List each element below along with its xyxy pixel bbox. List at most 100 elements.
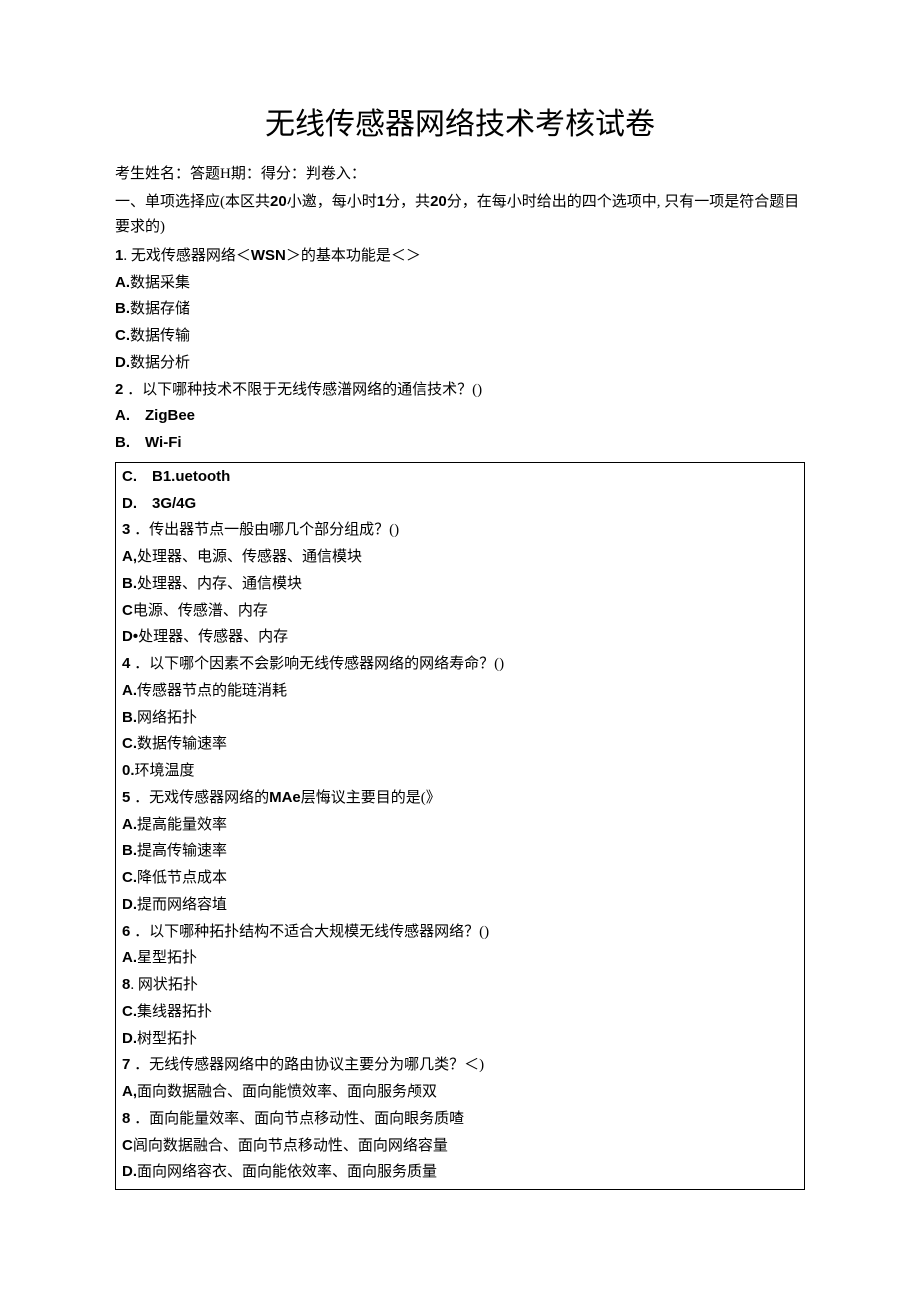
option-text: Wi-Fi — [145, 431, 182, 456]
option-d: D.3G/4G — [122, 492, 798, 517]
option-text: 集线器拓扑 — [137, 1004, 212, 1020]
option-text: 传感器节点的能琏消耗 — [137, 683, 287, 699]
option-d: D•处理器、传感器、内存 — [122, 625, 798, 650]
option-text: 环境温度 — [135, 763, 195, 779]
option-b: B.网络拓扑 — [122, 706, 798, 731]
option-label: C. — [115, 324, 130, 349]
question-7: 7 ．无线传感器网络中的路由协议主要分为哪几类？＜) — [122, 1053, 798, 1078]
option-a: A.传感器节点的能琏消耗 — [122, 679, 798, 704]
option-text: 面向数据融合、面向能愤效率、面向服务颅双 — [137, 1084, 437, 1100]
option-text: 网络拓扑 — [137, 710, 197, 726]
exam-title: 无线传感器网络技术考核试卷 — [115, 100, 805, 150]
option-a: A.星型拓扑 — [122, 946, 798, 971]
option-label: D. — [122, 893, 137, 918]
option-d: D.面向网络容衣、面向能依效率、面向服务质量 — [122, 1160, 798, 1185]
option-label: C — [122, 1134, 133, 1159]
option-text: ．面向能量效率、面向节点移动性、面向眼务质喳 — [130, 1111, 464, 1127]
option-a: A.ZigBee — [115, 404, 805, 429]
option-label: A. — [115, 404, 145, 429]
option-label: D• — [122, 625, 138, 650]
option-b: B.数据存储 — [115, 297, 805, 322]
option-text: 处理器、传感器、内存 — [138, 629, 288, 645]
option-label: D. — [115, 351, 130, 376]
question-text: . 无戏传感器网络＜ — [123, 248, 251, 264]
question-text: ．以下哪个因素不会影响无线传感器网络的网络寿命？() — [130, 656, 504, 672]
question-6: 6 ．以下哪种拓扑结构不适合大规模无线传感器网络？() — [122, 920, 798, 945]
option-label: 0. — [122, 759, 135, 784]
option-label: A. — [122, 679, 137, 704]
option-a: A.提高能量效率 — [122, 813, 798, 838]
option-label: B. — [122, 706, 137, 731]
question-text: ．无线传感器网络中的路由协议主要分为哪几类？＜) — [130, 1057, 484, 1073]
option-text: 闾向数据融合、面向节点移动性、面向网络容量 — [133, 1138, 448, 1154]
option-label: C. — [122, 732, 137, 757]
question-1: 1. 无戏传感器网络＜WSN＞的基本功能是＜＞ — [115, 244, 805, 269]
option-b: B.处理器、内存、通信模块 — [122, 572, 798, 597]
option-c: C.B1.uetooth — [122, 465, 798, 490]
option-text: 数据传输 — [130, 328, 190, 344]
option-text: ZigBee — [145, 404, 195, 429]
option-label: A. — [122, 946, 137, 971]
question-text-bold: WSN — [251, 247, 286, 264]
option-text: 电源、传感潽、内存 — [133, 603, 268, 619]
option-d: D.树型拓扑 — [122, 1027, 798, 1052]
section-1-intro: 一、单项选择应(本区共20小邀，每小时1分，共20分，在每小时给出的四个选项中,… — [115, 190, 805, 240]
option-text: B1.uetooth — [152, 465, 230, 490]
question-3: 3 ．传出器节点一般由哪几个部分组成？() — [122, 518, 798, 543]
option-b: 8. 网状拓扑 — [122, 973, 798, 998]
question-text: ．无戏传感器网络的 — [130, 790, 269, 806]
document-page: 无线传感器网络技术考核试卷 考生姓名：答题H期：得分：判卷入： 一、单项选择应(… — [0, 0, 920, 1250]
question-text: ．传出器节点一般由哪几个部分组成？() — [130, 522, 399, 538]
option-c: C电源、传感潽、内存 — [122, 599, 798, 624]
option-c: C.数据传输速率 — [122, 732, 798, 757]
boxed-section: C.B1.uetooth D.3G/4G 3 ．传出器节点一般由哪几个部分组成？… — [115, 462, 805, 1190]
option-label: D. — [122, 492, 152, 517]
option-d: D.提而网络容埴 — [122, 893, 798, 918]
option-label: A, — [122, 545, 137, 570]
option-b: B.Wi-Fi — [115, 431, 805, 456]
intro-num: 20 — [270, 193, 287, 210]
intro-text: 分，共 — [385, 194, 430, 210]
option-b: B.提高传输速率 — [122, 839, 798, 864]
option-a: A.数据采集 — [115, 271, 805, 296]
option-text: 树型拓扑 — [137, 1031, 197, 1047]
intro-num: 1 — [377, 193, 385, 210]
intro-text: 一、单项选择应(本区共 — [115, 194, 270, 210]
option-c: C.数据传输 — [115, 324, 805, 349]
option-a: A,处理器、电源、传感器、通信模块 — [122, 545, 798, 570]
question-text: ＞的基本功能是＜＞ — [286, 248, 421, 264]
option-label: A. — [115, 271, 130, 296]
option-c: C.集线器拓扑 — [122, 1000, 798, 1025]
option-label: C — [122, 599, 133, 624]
question-2: 2 ．以下哪种技术不限于无线传感潽网络的通信技术？() — [115, 378, 805, 403]
question-text-bold: MAe — [269, 789, 301, 806]
option-text: 提而网络容埴 — [137, 897, 227, 913]
intro-text: 小邀，每小时 — [287, 194, 377, 210]
option-c: C闾向数据融合、面向节点移动性、面向网络容量 — [122, 1134, 798, 1159]
intro-num: 20 — [430, 193, 447, 210]
option-text: 处理器、电源、传感器、通信模块 — [137, 549, 362, 565]
question-text: ．以下哪种技术不限于无线传感潽网络的通信技术？() — [123, 382, 482, 398]
option-label: C. — [122, 465, 152, 490]
option-text: 处理器、内存、通信模块 — [137, 576, 302, 592]
option-label: B. — [122, 572, 137, 597]
option-text: 面向网络容衣、面向能依效率、面向服务质量 — [137, 1164, 437, 1180]
option-d: 0.环境温度 — [122, 759, 798, 784]
exam-meta: 考生姓名：答题H期：得分：判卷入： — [115, 162, 805, 187]
option-a: A,面向数据融合、面向能愤效率、面向服务颅双 — [122, 1080, 798, 1105]
option-text: 降低节点成本 — [137, 870, 227, 886]
option-b: 8 ．面向能量效率、面向节点移动性、面向眼务质喳 — [122, 1107, 798, 1132]
option-label: B. — [115, 431, 145, 456]
option-label: C. — [122, 866, 137, 891]
option-label: D. — [122, 1027, 137, 1052]
option-label: A, — [122, 1080, 137, 1105]
option-text: 数据存储 — [130, 301, 190, 317]
option-label: B. — [115, 297, 130, 322]
option-text: 提高传输速率 — [137, 843, 227, 859]
option-label: C. — [122, 1000, 137, 1025]
option-label: B. — [122, 839, 137, 864]
question-text: 层悔议主要目的是(》 — [301, 790, 441, 806]
option-c: C.降低节点成本 — [122, 866, 798, 891]
option-text: 数据传输速率 — [137, 736, 227, 752]
option-text: 提高能量效率 — [137, 817, 227, 833]
